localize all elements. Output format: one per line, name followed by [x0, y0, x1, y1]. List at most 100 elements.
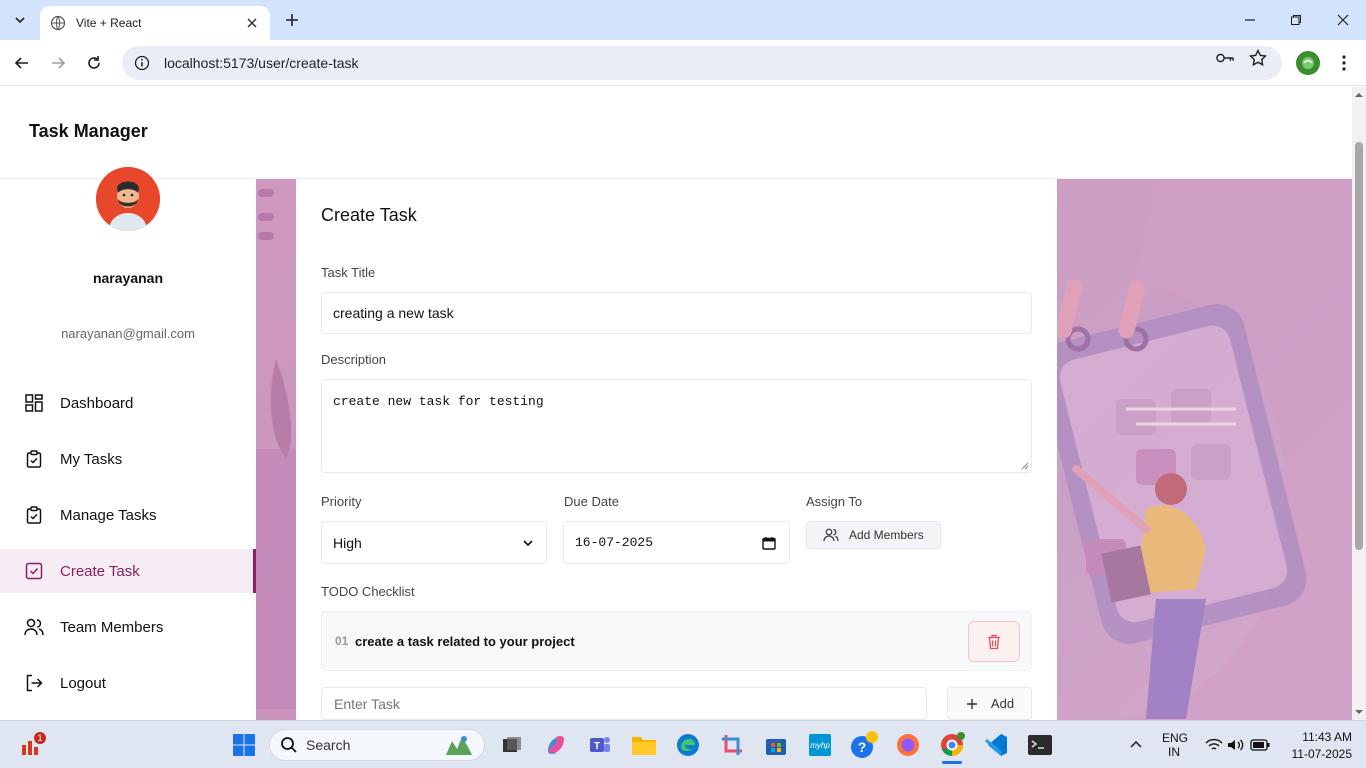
region: IN: [1168, 745, 1180, 759]
sidebar-item-my-tasks[interactable]: My Tasks: [0, 437, 256, 481]
description-text: create new task for testing: [333, 394, 544, 409]
calendar-icon[interactable]: [762, 536, 776, 550]
due-date-input[interactable]: 16-07-2025: [563, 521, 790, 564]
back-button[interactable]: [10, 51, 34, 75]
copilot-icon[interactable]: [540, 729, 572, 761]
close-icon[interactable]: [244, 15, 260, 31]
add-members-button[interactable]: Add Members: [806, 521, 941, 549]
snipping-tool-icon[interactable]: [716, 729, 748, 761]
vscode-icon[interactable]: [980, 729, 1012, 761]
description-label: Description: [321, 352, 387, 367]
sidebar-item-label: My Tasks: [60, 450, 123, 468]
clipboard-check-icon: [24, 505, 44, 525]
page-title: Create Task: [321, 205, 417, 225]
chrome-icon[interactable]: [936, 729, 968, 764]
edge-icon[interactable]: [672, 729, 704, 761]
clipboard-check-icon: [24, 449, 44, 469]
notification-badge: 1: [37, 733, 42, 743]
trash-icon: [988, 634, 1000, 649]
sidebar-item-logout[interactable]: Logout: [0, 661, 256, 705]
firefox-icon[interactable]: [892, 729, 924, 761]
priority-label: Priority: [321, 494, 362, 509]
language: ENG: [1162, 731, 1189, 745]
tab-search-button[interactable]: [8, 8, 32, 32]
list-item: 01 create a task related to your project: [321, 611, 1032, 671]
forward-button[interactable]: [46, 51, 70, 75]
terminal-icon[interactable]: [1024, 729, 1056, 761]
sidebar-item-team-members[interactable]: Team Members: [0, 605, 256, 649]
scroll-up-icon: [1355, 93, 1363, 97]
widgets-icon[interactable]: 1: [16, 729, 48, 761]
show-hidden-icons-icon[interactable]: [1120, 729, 1152, 761]
app-header: Task Manager: [0, 87, 1352, 179]
page-scrollbar[interactable]: [1352, 87, 1366, 720]
password-key-icon[interactable]: [1216, 49, 1234, 67]
reload-icon: [88, 56, 100, 69]
taskbar-search[interactable]: Search: [269, 729, 485, 761]
assign-to-label: Assign To: [806, 494, 863, 509]
scroll-down-icon: [1355, 710, 1363, 714]
delete-todo-button[interactable]: [968, 621, 1020, 662]
close-window-button[interactable]: [1331, 8, 1355, 32]
task-title-input[interactable]: creating a new task: [321, 292, 1032, 334]
microsoft-store-icon[interactable]: [760, 729, 792, 761]
todo-checklist-label: TODO Checklist: [321, 584, 415, 599]
user-email: narayanan@gmail.com: [61, 326, 195, 341]
bookmark-star-icon[interactable]: [1249, 49, 1267, 67]
search-icon: [280, 736, 298, 754]
start-windows-icon[interactable]: [228, 729, 260, 761]
chevron-down-icon: [15, 17, 25, 24]
scrollbar-thumb[interactable]: [1355, 142, 1363, 550]
file-explorer-icon[interactable]: [628, 729, 660, 761]
priority-select[interactable]: High: [321, 521, 547, 564]
browser-toolbar: localhost:5173/user/create-task: [0, 40, 1366, 86]
user-avatar-icon: [96, 167, 160, 231]
tab-title: Vite + React: [76, 16, 142, 30]
address-bar[interactable]: localhost:5173/user/create-task: [122, 46, 1282, 80]
restore-button[interactable]: [1284, 8, 1308, 32]
task-view-icon[interactable]: [496, 729, 528, 761]
task-title-label: Task Title: [321, 265, 376, 280]
sidebar: narayanan narayanan@gmail.com Dashboard …: [0, 167, 256, 720]
users-icon: [24, 617, 44, 637]
browser-tab-strip: Vite + React: [0, 0, 1366, 40]
clock[interactable]: 11:43 AM 11-07-2025: [1280, 730, 1353, 761]
profile-avatar[interactable]: [1296, 51, 1320, 75]
enter-task-input[interactable]: Enter Task: [321, 687, 927, 720]
sidebar-item-create-task[interactable]: Create Task: [0, 549, 256, 593]
user-name: narayanan: [92, 270, 164, 286]
search-highlight-icon: [446, 736, 472, 755]
logout-icon: [24, 673, 44, 693]
globe-icon: [50, 15, 66, 31]
minimize-button[interactable]: [1238, 8, 1262, 32]
language-indicator[interactable]: ENG IN: [1162, 731, 1189, 759]
sidebar-item-manage-tasks[interactable]: Manage Tasks: [0, 493, 256, 537]
description-textarea[interactable]: create new task for testing: [321, 379, 1032, 473]
add-members-label: Add Members: [849, 528, 924, 542]
sidebar-item-label: Dashboard: [60, 394, 134, 412]
teams-icon[interactable]: T: [584, 729, 616, 761]
browser-tab[interactable]: Vite + React: [40, 6, 270, 40]
arrow-left-icon: [14, 57, 28, 69]
more-menu-icon[interactable]: [1334, 51, 1354, 75]
time: 11:43 AM: [1302, 730, 1352, 744]
resize-handle-icon[interactable]: [1021, 462, 1029, 470]
plus-icon: [965, 697, 979, 711]
info-icon[interactable]: [134, 55, 150, 71]
priority-value: High: [333, 534, 362, 551]
plus-icon: [286, 14, 298, 26]
users-icon: [823, 527, 839, 543]
reload-button[interactable]: [82, 51, 106, 75]
sidebar-item-dashboard[interactable]: Dashboard: [0, 381, 256, 425]
myhp-icon[interactable]: myhp: [804, 729, 836, 761]
app-title: Task Manager: [29, 121, 148, 141]
dashboard-icon: [24, 393, 44, 413]
avatar: [96, 167, 160, 231]
add-todo-button[interactable]: Add: [947, 687, 1032, 720]
battery-icon[interactable]: [1244, 729, 1276, 761]
new-tab-button[interactable]: [282, 10, 302, 30]
square-check-icon: [24, 561, 44, 581]
arrow-right-icon: [52, 57, 66, 69]
help-icon[interactable]: ?: [848, 729, 880, 761]
sidebar-item-label: Manage Tasks: [60, 506, 157, 524]
